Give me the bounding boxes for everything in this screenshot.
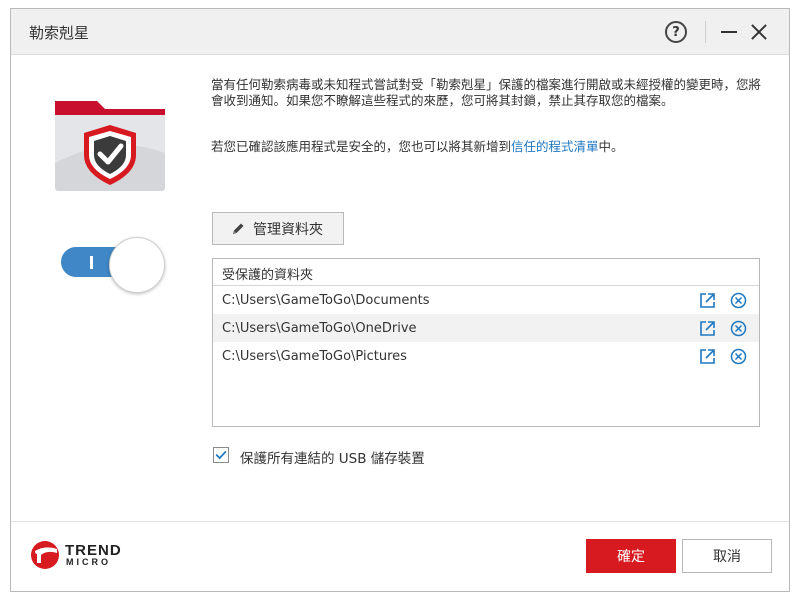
usb-protection-checkbox[interactable]	[213, 447, 229, 463]
logo-text-micro: MICRO	[66, 557, 111, 567]
dialog-window: 勒索剋星 ? 當有任何勒索病毒或未知程式嘗試對受「勒索剋星」保護的檔案進行開啟或…	[10, 8, 790, 592]
usb-protection-label: 保護所有連結的 USB 儲存裝置	[240, 451, 425, 467]
description-text: 當有任何勒索病毒或未知程式嘗試對受「勒索剋星」保護的檔案進行開啟或未經授權的變更…	[211, 77, 762, 108]
pencil-icon	[233, 223, 244, 234]
ok-button-label: 確定	[617, 549, 645, 565]
toggle-on-indicator	[90, 256, 93, 269]
folder-row-pictures[interactable]: C:\Users\GameToGo\Pictures	[213, 342, 759, 370]
open-folder-icon[interactable]	[699, 292, 716, 309]
help-button[interactable]: ?	[665, 21, 687, 43]
folder-row-documents[interactable]: C:\Users\GameToGo\Documents	[213, 286, 759, 314]
window-title: 勒索剋星	[29, 24, 90, 42]
title-divider	[705, 21, 706, 43]
note-text-after: 中。	[598, 139, 624, 154]
trusted-programs-link[interactable]: 信任的程式清單	[511, 139, 599, 154]
folder-row-onedrive[interactable]: C:\Users\GameToGo\OneDrive	[213, 314, 759, 342]
protected-folders-list: 受保護的資料夾 C:\Users\GameToGo\Documents C:\U…	[212, 258, 760, 427]
trend-micro-logo-icon	[31, 541, 59, 569]
close-button[interactable]	[751, 24, 767, 40]
note-text-before: 若您已確認該應用程式是安全的，您也可以將其新增到	[211, 139, 512, 154]
manage-folders-label: 管理資料夾	[253, 221, 323, 238]
folder-path: C:\Users\GameToGo\Pictures	[222, 349, 407, 364]
open-folder-icon[interactable]	[699, 320, 716, 337]
toggle-knob[interactable]	[109, 237, 165, 293]
remove-folder-icon[interactable]	[730, 292, 747, 309]
trend-micro-logo: TREND MICRO	[29, 539, 129, 569]
minimize-button[interactable]	[721, 31, 737, 33]
title-bar: 勒索剋星 ?	[11, 9, 789, 55]
remove-folder-icon[interactable]	[730, 320, 747, 337]
shield-folder-icon	[55, 101, 165, 191]
cancel-button[interactable]: 取消	[682, 539, 772, 573]
trusted-programs-note: 若您已確認該應用程式是安全的，您也可以將其新增到信任的程式清單中。	[211, 139, 766, 155]
list-header: 受保護的資料夾	[213, 259, 759, 286]
cancel-button-label: 取消	[713, 549, 741, 565]
folder-path: C:\Users\GameToGo\Documents	[222, 293, 430, 308]
ok-button[interactable]: 確定	[586, 539, 676, 573]
footer-divider	[11, 521, 789, 522]
remove-folder-icon[interactable]	[730, 348, 747, 365]
folder-path: C:\Users\GameToGo\OneDrive	[222, 321, 417, 336]
protection-toggle[interactable]	[61, 237, 165, 293]
manage-folders-button[interactable]: 管理資料夾	[212, 212, 344, 245]
help-icon: ?	[672, 24, 680, 40]
open-folder-icon[interactable]	[699, 348, 716, 365]
